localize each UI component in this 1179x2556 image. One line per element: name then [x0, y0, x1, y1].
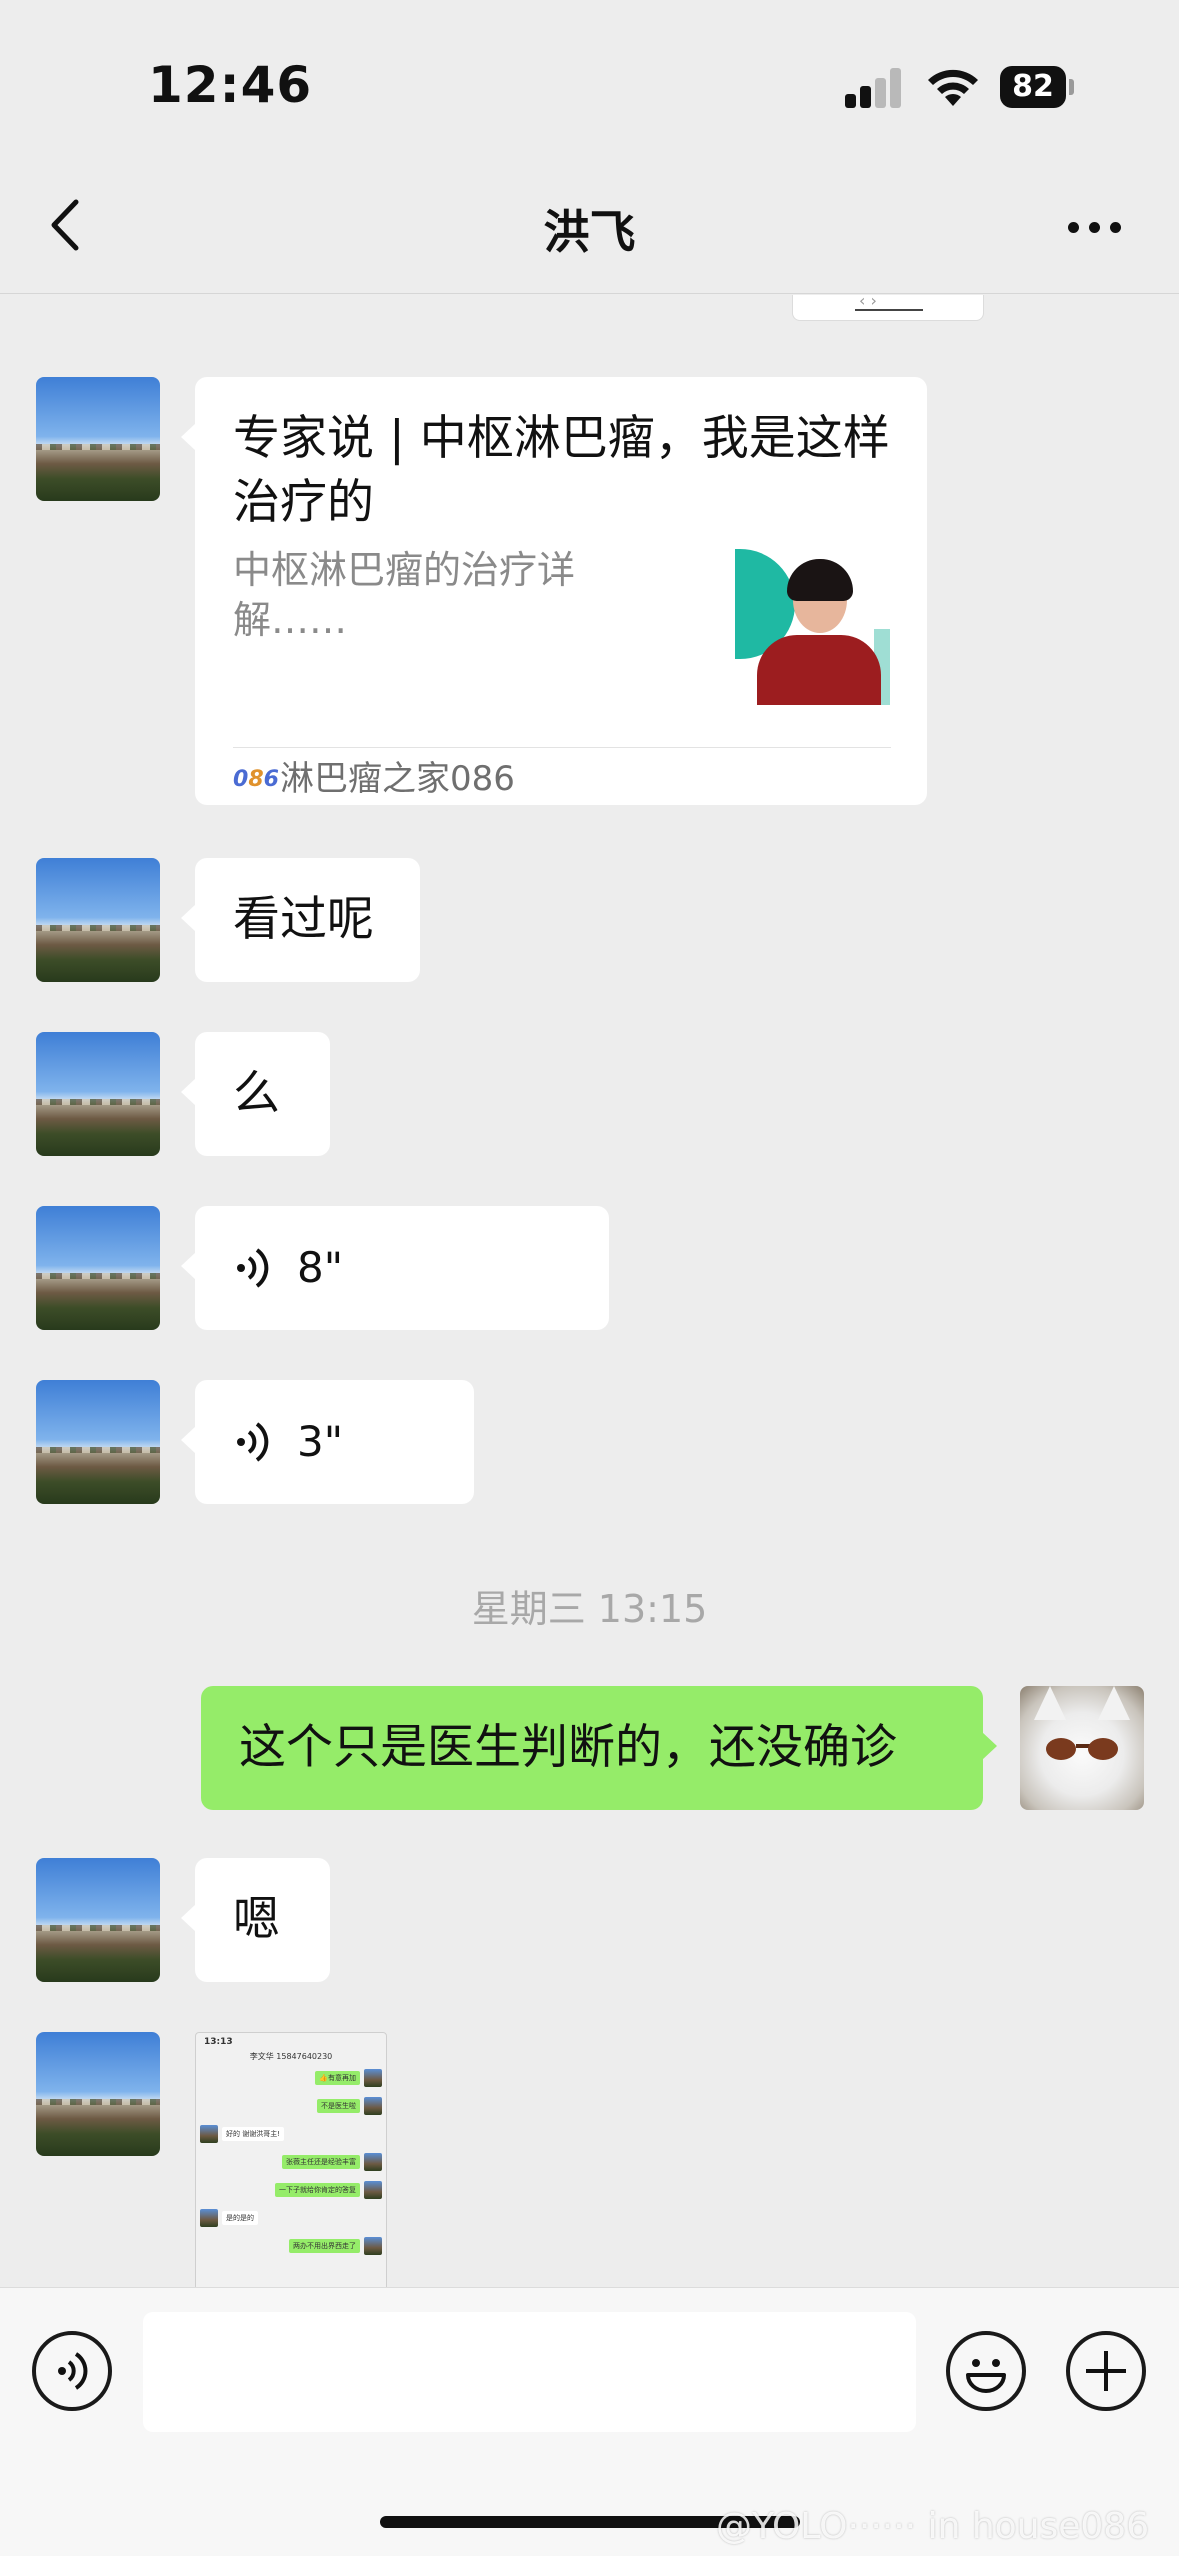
status-bar: 12:46 82: [0, 0, 1179, 150]
contact-avatar[interactable]: [36, 1032, 160, 1156]
message-input[interactable]: [143, 2312, 916, 2432]
preview-row: 👍有意再加: [315, 2071, 360, 2085]
card-divider: [233, 747, 891, 748]
contact-avatar[interactable]: [36, 858, 160, 982]
watermark: @YOLO······ in house086: [716, 2506, 1150, 2547]
plus-button[interactable]: [1066, 2331, 1146, 2411]
article-thumbnail: [735, 549, 890, 705]
chat-title: 洪飞: [543, 205, 636, 259]
my-avatar[interactable]: [1020, 1686, 1144, 1810]
preview-row: 一下子就给你肯定的答复: [275, 2183, 360, 2197]
status-time: 12:46: [148, 56, 313, 114]
preview-header: 李文华 15847640230: [249, 2052, 333, 2061]
received-message[interactable]: 嗯: [181, 1858, 330, 1982]
preview-row: 张薇主任还是经验丰富: [282, 2155, 360, 2169]
contact-avatar[interactable]: [36, 1206, 160, 1330]
image-message[interactable]: 13:13 李文华 15847640230 👍有意再加 不是医生啦 好的 谢谢洪…: [195, 2032, 387, 2287]
message-text: 看过呢: [233, 892, 374, 947]
emoji-icon: [966, 2359, 1006, 2393]
input-bar: @YOLO······ in house086: [0, 2287, 1179, 2556]
source-logo-icon: 086: [233, 767, 279, 792]
contact-avatar[interactable]: [36, 2032, 160, 2156]
article-description: 中枢淋巴瘤的治疗详解……: [233, 548, 576, 642]
previous-message-card: ‹ ›: [792, 295, 984, 321]
emoji-button[interactable]: [946, 2331, 1026, 2411]
preview-status-time: 13:13: [204, 2037, 233, 2047]
message-text: 嗯: [233, 1892, 280, 1947]
message-text: 这个只是医生判断的，还没确诊: [239, 1720, 897, 1775]
voice-wave-icon: [237, 1422, 269, 1462]
voice-message[interactable]: 3": [181, 1380, 474, 1504]
preview-row: 是的是的: [222, 2211, 258, 2225]
wifi-icon: [928, 69, 978, 106]
message-list[interactable]: ‹ › 专家说 | 中枢淋巴瘤，我是这样治疗的 中枢淋巴瘤的治疗详解…… 086…: [0, 295, 1179, 2287]
preview-row: 不是医生啦: [317, 2099, 360, 2113]
preview-row: 好的 谢谢洪哥主!: [222, 2127, 285, 2141]
message-timestamp: 星期三 13:15: [471, 1587, 708, 1631]
contact-avatar[interactable]: [36, 1858, 160, 1982]
sent-message[interactable]: 这个只是医生判断的，还没确诊: [201, 1686, 997, 1810]
voice-wave-icon: [237, 1248, 269, 1288]
plus-icon: [1086, 2351, 1126, 2391]
article-title: 专家说 | 中枢淋巴瘤，我是这样治疗的: [233, 411, 890, 530]
voice-message[interactable]: 8": [181, 1206, 609, 1330]
contact-avatar[interactable]: [36, 377, 160, 501]
voice-duration: 3": [297, 1417, 344, 1466]
message-text: 么: [233, 1066, 280, 1121]
article-source: 淋巴瘤之家086: [280, 759, 515, 799]
preview-row: 两办不用出界西走了: [289, 2239, 360, 2253]
more-dots-icon[interactable]: [1060, 200, 1130, 250]
contact-avatar[interactable]: [36, 1380, 160, 1504]
received-message[interactable]: 么: [181, 1032, 330, 1156]
voice-toggle-button[interactable]: [32, 2331, 112, 2411]
battery-level: 82: [1000, 66, 1066, 108]
battery-icon: 82: [1000, 66, 1074, 108]
voice-wave-icon: [58, 2352, 88, 2390]
received-message[interactable]: 看过呢: [181, 858, 420, 982]
article-card[interactable]: 专家说 | 中枢淋巴瘤，我是这样治疗的 中枢淋巴瘤的治疗详解…… 086 淋巴瘤…: [181, 377, 927, 805]
chat-header: 洪飞: [0, 150, 1179, 294]
signal-icon: [845, 68, 903, 108]
voice-duration: 8": [297, 1243, 344, 1292]
